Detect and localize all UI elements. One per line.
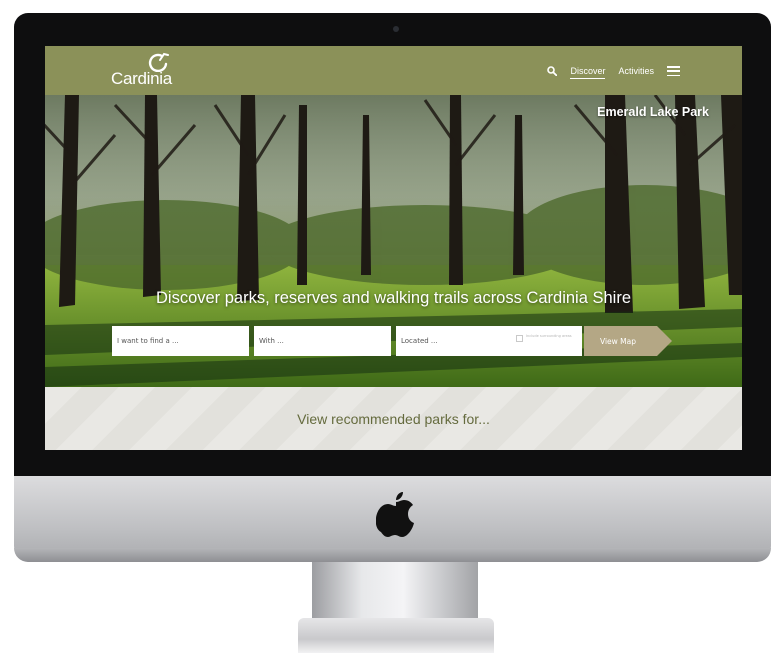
include-surrounding-checkbox[interactable]: Include surrounding areas bbox=[516, 333, 572, 342]
view-map-button[interactable]: View Map bbox=[584, 326, 672, 356]
top-nav: Discover Activities bbox=[547, 63, 680, 79]
park-location-label: Emerald Lake Park bbox=[597, 105, 709, 119]
find-type-input[interactable] bbox=[112, 326, 249, 356]
imac-chin-edge bbox=[14, 548, 771, 562]
hero-banner: Emerald Lake Park Discover parks, reserv… bbox=[45, 95, 742, 387]
cardinia-logo[interactable]: Cardinia bbox=[111, 52, 181, 92]
recommended-parks-heading: View recommended parks for... bbox=[297, 411, 490, 427]
apple-logo-icon bbox=[376, 492, 414, 537]
hero-headline: Discover parks, reserves and walking tra… bbox=[155, 289, 631, 307]
nav-link-discover[interactable]: Discover bbox=[570, 66, 606, 79]
checkbox-box[interactable] bbox=[516, 335, 523, 342]
include-surrounding-label: Include surrounding areas bbox=[526, 334, 572, 338]
menu-icon[interactable] bbox=[667, 66, 680, 76]
imac-stand-base bbox=[298, 618, 494, 653]
imac-stand bbox=[312, 562, 478, 622]
logo-wordmark: Cardinia bbox=[111, 69, 172, 88]
website-screen: Cardinia Discover Activities Emerald Lak… bbox=[45, 46, 742, 450]
site-header: Cardinia Discover Activities bbox=[45, 46, 742, 95]
with-feature-input[interactable] bbox=[254, 326, 391, 356]
webcam-dot bbox=[393, 26, 399, 32]
nav-link-activities[interactable]: Activities bbox=[618, 66, 654, 76]
recommended-parks-section: View recommended parks for... bbox=[45, 387, 742, 450]
search-icon[interactable] bbox=[547, 66, 558, 76]
